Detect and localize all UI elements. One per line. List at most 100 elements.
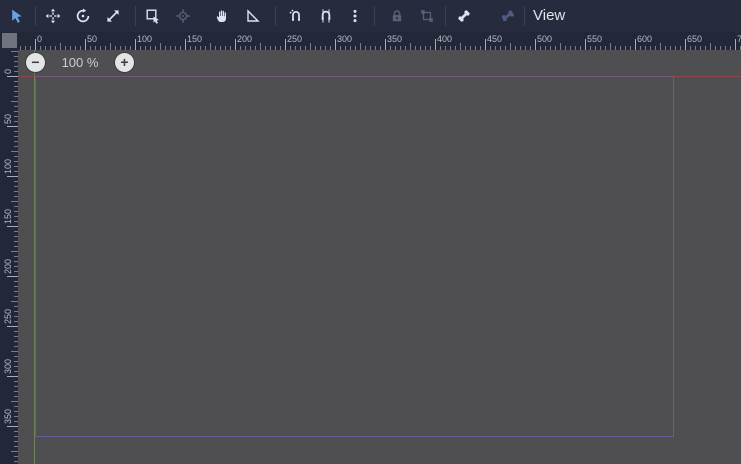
lock-button[interactable]: [385, 4, 409, 28]
zoom-level-label[interactable]: 100 %: [48, 53, 112, 72]
move-tool-button[interactable]: [41, 4, 65, 28]
ruler-tick: [410, 43, 411, 50]
toolbar-separator: [445, 6, 446, 26]
bone-button[interactable]: [452, 4, 476, 28]
snap-options-button[interactable]: [343, 4, 367, 28]
ruler-tick: [60, 43, 61, 50]
skeleton-options-icon: [500, 8, 516, 24]
lock-icon: [389, 8, 405, 24]
ruler-tick: [110, 43, 111, 50]
toolbar-separator: [275, 6, 276, 26]
horizontal-ruler[interactable]: 0501001502002503003504004505005506006507…: [18, 32, 741, 50]
ruler-tick: [610, 43, 611, 50]
ruler-tick: [11, 401, 18, 402]
ruler-tick: [435, 39, 436, 50]
canvas-toolbar: View: [0, 0, 741, 32]
ruler-tick: [11, 451, 18, 452]
ruler-label: 250: [287, 34, 302, 44]
ruler-tick: [135, 39, 136, 50]
group-button[interactable]: [415, 4, 439, 28]
ruler-triangle-icon: [245, 8, 261, 24]
toolbar-separator: [35, 6, 36, 26]
ruler-label: 250: [3, 309, 13, 324]
rotate-tool-button[interactable]: [71, 4, 95, 28]
ruler-tick: [11, 51, 18, 52]
pan-tool-button[interactable]: [210, 4, 234, 28]
ruler-label: 650: [687, 34, 702, 44]
ruler-tick: [235, 39, 236, 50]
ruler-label: 0: [37, 34, 42, 44]
ruler-label: 300: [3, 359, 13, 374]
ruler-label: 550: [587, 34, 602, 44]
ruler-tick: [11, 151, 18, 152]
ruler-corner-box: [2, 33, 17, 48]
vertical-dots-icon: [347, 8, 363, 24]
ruler-tick: [11, 351, 18, 352]
ruler-tick: [360, 43, 361, 50]
ruler-tick: [635, 39, 636, 50]
ruler-label: 50: [3, 114, 13, 124]
toolbar-separator: [374, 6, 375, 26]
ruler-tick: [585, 39, 586, 50]
grid-snap-button[interactable]: [314, 4, 338, 28]
ruler-tool-button[interactable]: [241, 4, 265, 28]
pan-hand-icon: [214, 8, 230, 24]
zoom-out-button[interactable]: −: [26, 53, 45, 72]
ruler-tick: [35, 39, 36, 50]
rotate-arrow-icon: [75, 8, 91, 24]
ruler-label: 450: [487, 34, 502, 44]
ruler-tick: [185, 39, 186, 50]
ruler-tick: [535, 39, 536, 50]
magnet-icon: [288, 8, 304, 24]
ruler-tick: [460, 43, 461, 50]
select-tool-button[interactable]: [5, 4, 29, 28]
smart-snap-button[interactable]: [284, 4, 308, 28]
view-menu-button[interactable]: View: [523, 0, 575, 32]
ruler-tick: [7, 276, 18, 277]
ruler-tick: [660, 43, 661, 50]
list-select-icon: [145, 8, 161, 24]
ruler-tick: [7, 326, 18, 327]
ruler-tick: [7, 76, 18, 77]
bone-icon: [456, 8, 472, 24]
ruler-tick: [335, 39, 336, 50]
viewport-canvas[interactable]: − 100 % +: [18, 50, 741, 464]
ruler-tick: [735, 39, 736, 50]
ruler-tick: [210, 43, 211, 50]
ruler-label: 700: [737, 34, 741, 44]
ruler-label: 300: [337, 34, 352, 44]
grid-magnet-icon: [318, 8, 334, 24]
list-select-button[interactable]: [141, 4, 165, 28]
ruler-tick: [160, 43, 161, 50]
ruler-tick: [7, 126, 18, 127]
ruler-label: 100: [3, 159, 13, 174]
vertical-ruler[interactable]: 050100150200250300350: [0, 50, 18, 464]
ruler-label: 350: [387, 34, 402, 44]
ruler-corner: [0, 32, 18, 50]
scale-arrows-icon: [105, 8, 121, 24]
ruler-label: 0: [3, 69, 13, 74]
pivot-tool-button[interactable]: [171, 4, 195, 28]
ruler-tick: [385, 39, 386, 50]
godot-2d-editor: View 05010015020025030035040045050055060…: [0, 0, 741, 464]
ruler-tick: [260, 43, 261, 50]
pivot-crosshair-icon: [175, 8, 191, 24]
ruler-tick: [7, 426, 18, 427]
ruler-label: 500: [537, 34, 552, 44]
toolbar-separator: [135, 6, 136, 26]
ruler-tick: [510, 43, 511, 50]
ruler-tick: [285, 39, 286, 50]
ruler-tick: [710, 43, 711, 50]
ruler-tick: [85, 39, 86, 50]
ruler-label: 100: [137, 34, 152, 44]
ruler-label: 600: [637, 34, 652, 44]
ruler-tick: [11, 301, 18, 302]
zoom-in-button[interactable]: +: [115, 53, 134, 72]
select-cursor-icon: [9, 8, 25, 24]
ruler-label: 150: [187, 34, 202, 44]
ruler-label: 150: [3, 209, 13, 224]
viewport-bounds-rect: [35, 76, 674, 437]
ruler-label: 200: [3, 259, 13, 274]
scale-tool-button[interactable]: [101, 4, 125, 28]
skeleton-options-button[interactable]: [496, 4, 520, 28]
